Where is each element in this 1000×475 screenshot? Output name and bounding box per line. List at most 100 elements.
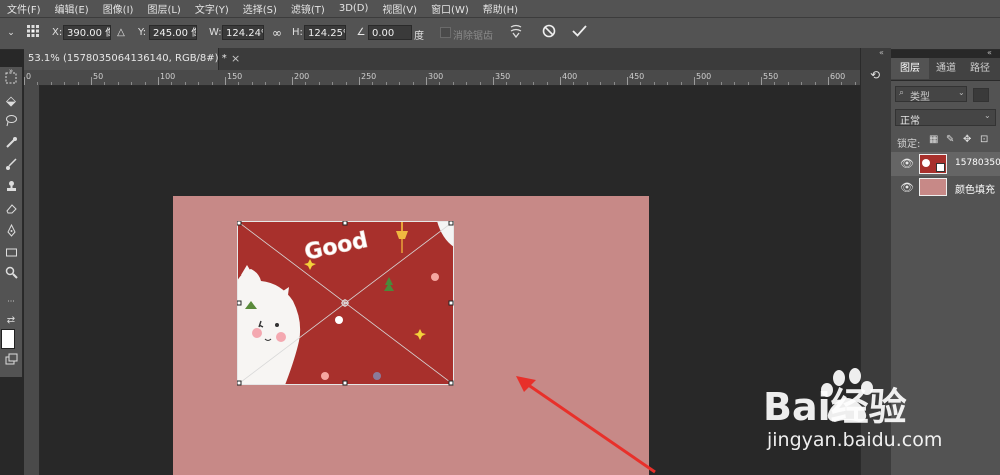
eye-icon[interactable]: 👁︎ — [900, 181, 914, 194]
tab-channels[interactable]: 通道 — [929, 58, 963, 79]
layer-row-smart-object[interactable]: 👁︎ 157803506 — [891, 152, 1000, 176]
y-field[interactable]: 245.00 像素 — [149, 25, 197, 40]
handle-top — [342, 221, 348, 226]
layer-thumbnail — [919, 154, 947, 174]
menu-help[interactable]: 帮助(H) — [476, 1, 525, 16]
dock-collapse-icon[interactable]: « — [879, 48, 884, 57]
layer-name: 157803506 — [955, 158, 1000, 168]
warp-mode-icon[interactable] — [507, 24, 525, 42]
marquee-tool-icon[interactable] — [0, 71, 22, 91]
menu-window[interactable]: 窗口(W) — [424, 1, 476, 16]
ruler-minor-tick — [466, 82, 468, 85]
layer-filter-select[interactable]: ⌕ 类型 ⌄ — [895, 86, 967, 103]
menu-image[interactable]: 图像(I) — [96, 1, 141, 16]
menu-view[interactable]: 视图(V) — [375, 1, 424, 16]
vertical-ruler[interactable] — [24, 85, 40, 475]
blend-mode-select[interactable]: 正常 ⌄ — [895, 109, 996, 127]
reference-point-icon[interactable] — [24, 24, 42, 42]
ruler-minor-tick — [640, 82, 642, 85]
stamp-tool-icon[interactable] — [0, 180, 22, 200]
handle-top-right — [448, 221, 454, 226]
ruler-minor-tick — [412, 82, 414, 85]
history-panel-icon[interactable]: ⟲ — [870, 68, 880, 82]
document-tab[interactable]: 53.1% (1578035064136140, RGB/8#) * — [24, 48, 227, 70]
more-tools-icon[interactable]: ··· — [0, 292, 22, 312]
lock-label: 锁定: — [897, 139, 921, 150]
lasso-tool-icon[interactable] — [0, 114, 22, 134]
zoom-tool-icon[interactable] — [0, 266, 22, 286]
swap-colors-icon[interactable]: ⇄ — [0, 311, 22, 331]
ruler-tick-label: 250 — [361, 72, 377, 81]
lock-artboard-icon[interactable]: ⊡ — [980, 134, 988, 145]
layer-thumbnail — [919, 178, 947, 196]
panel-collapse-icon[interactable]: « — [987, 48, 992, 57]
ruler-tick-label: 600 — [830, 72, 846, 81]
antialias-checkbox[interactable] — [440, 27, 451, 38]
ruler-minor-tick — [519, 82, 521, 85]
eyedropper-tool-icon[interactable] — [0, 136, 22, 156]
relative-position-icon[interactable]: △ — [112, 24, 130, 42]
ruler-tick-label: 50 — [93, 72, 104, 81]
menu-type[interactable]: 文字(Y) — [188, 1, 236, 16]
watermark-url: jingyan.baidu.com — [766, 429, 942, 451]
eraser-tool-icon[interactable] — [0, 202, 22, 222]
foreground-color-swatch[interactable] — [1, 329, 15, 349]
transform-bounding-box[interactable] — [237, 221, 455, 387]
ruler-minor-tick — [278, 82, 280, 85]
eye-icon[interactable]: 👁︎ — [900, 157, 914, 170]
link-icon[interactable]: ∞ — [268, 24, 286, 42]
menu-select[interactable]: 选择(S) — [236, 1, 284, 16]
ruler-minor-tick — [533, 82, 535, 85]
rectangle-tool-icon[interactable] — [0, 246, 22, 266]
cancel-transform-icon[interactable] — [540, 24, 558, 42]
ruler-minor-tick — [104, 82, 106, 85]
ruler-minor-tick — [667, 82, 669, 85]
ruler-minor-tick — [198, 82, 200, 85]
ruler-tick-label: 150 — [227, 72, 243, 81]
ruler-minor-tick — [814, 82, 816, 85]
ruler-minor-tick — [613, 82, 615, 85]
ruler-minor-tick — [747, 82, 749, 85]
lock-transparent-icon[interactable]: ▦ — [929, 134, 938, 145]
lock-paint-icon[interactable]: ✎ — [946, 134, 954, 145]
ruler-tick-mark — [426, 77, 427, 85]
ruler-tick-mark — [493, 77, 494, 85]
ruler-minor-tick — [305, 82, 307, 85]
filter-pixel-icon[interactable] — [973, 88, 989, 102]
x-field[interactable]: 390.00 像素 — [63, 25, 111, 40]
tab-paths[interactable]: 路径 — [963, 58, 997, 79]
ruler-minor-tick — [184, 82, 186, 85]
menu-edit[interactable]: 编辑(E) — [48, 1, 96, 16]
angle-field[interactable]: 0.00 — [368, 25, 412, 40]
y-label: Y: — [138, 27, 147, 38]
h-field[interactable]: 124.25% — [304, 25, 346, 40]
ruler-minor-tick — [573, 82, 575, 85]
document-tab-bar: 53.1% (1578035064136140, RGB/8#) * × — [24, 48, 860, 70]
layer-row-color-fill[interactable]: 👁︎ 颜色填充 — [891, 176, 1000, 200]
ruler-minor-tick — [801, 82, 803, 85]
commit-transform-icon[interactable] — [570, 24, 588, 42]
screen-mode-icon[interactable] — [0, 353, 22, 373]
menu-3d[interactable]: 3D(D) — [332, 3, 376, 14]
pen-tool-icon[interactable] — [0, 223, 22, 244]
tool-preset-icon[interactable]: ⌄ — [2, 24, 20, 42]
watermark-brand: Bai经验 — [763, 385, 907, 429]
search-icon: ⌕ — [899, 88, 905, 98]
ruler-tick-mark — [225, 77, 226, 85]
menu-layer[interactable]: 图层(L) — [140, 1, 187, 16]
w-field[interactable]: 124.24% — [222, 25, 264, 40]
horizontal-ruler[interactable]: 0 50 100 150 200 250 300 350 400 450 500 550 600 — [24, 70, 860, 86]
ruler-minor-tick — [399, 82, 401, 85]
ruler-minor-tick — [707, 82, 709, 85]
menu-file[interactable]: 文件(F) — [0, 1, 48, 16]
lock-move-icon[interactable]: ✥ — [963, 134, 971, 145]
tab-layers[interactable]: 图层 — [891, 58, 929, 79]
close-tab-icon[interactable]: × — [231, 52, 240, 65]
paint-bucket-tool-icon[interactable]: ⬙ — [0, 92, 22, 112]
ruler-minor-tick — [385, 82, 387, 85]
handle-bottom-right — [448, 380, 454, 386]
ruler-minor-tick — [50, 82, 52, 85]
brush-tool-icon[interactable] — [0, 158, 22, 178]
menu-filter[interactable]: 滤镜(T) — [284, 1, 332, 16]
ruler-minor-tick — [600, 82, 602, 85]
